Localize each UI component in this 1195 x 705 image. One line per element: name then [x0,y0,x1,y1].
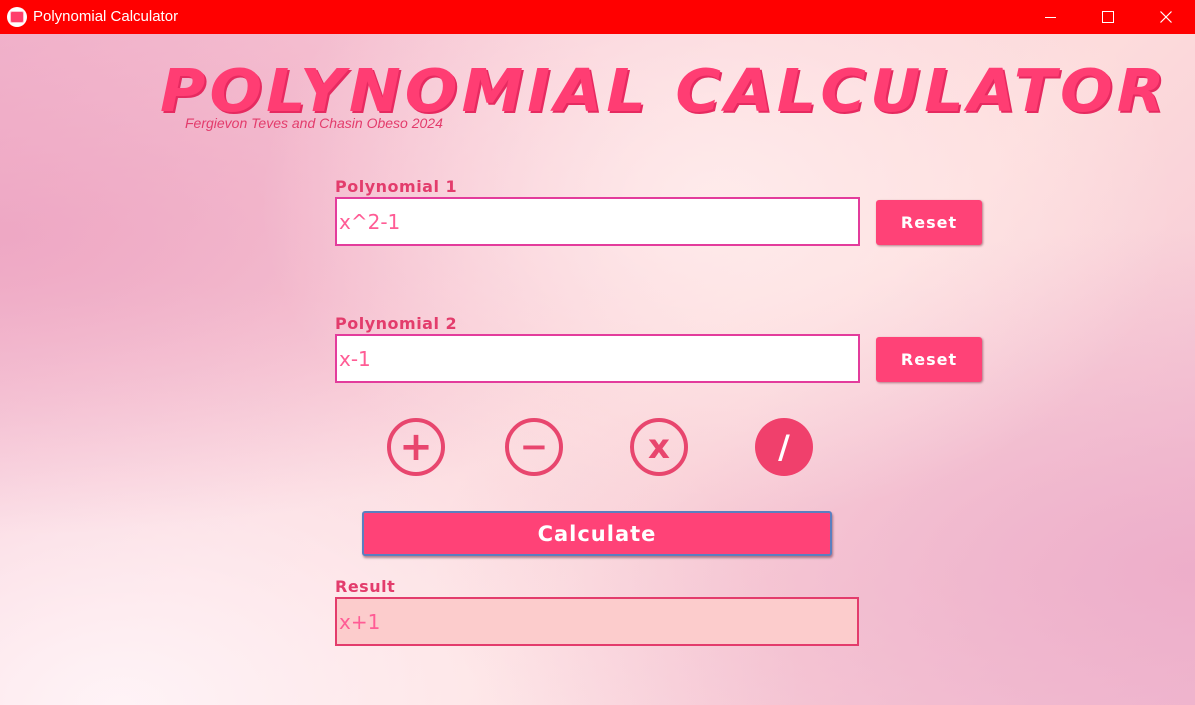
calculate-button[interactable]: Calculate [362,511,832,556]
add-operation-button[interactable]: + [387,418,445,476]
polynomial-1-input[interactable]: x^2-1 [335,197,860,246]
calculator-panel: POLYNOMIAL CALCULATOR Fergievon Teves an… [0,34,1195,705]
minus-icon: − [519,427,549,467]
divide-operation-button[interactable]: / [755,418,813,476]
multiply-icon: x [648,427,670,467]
maximize-icon [1102,11,1114,23]
window-titlebar: Polynomial Calculator [0,0,1195,34]
subtract-operation-button[interactable]: − [505,418,563,476]
authors-subtitle: Fergievon Teves and Chasin Obeso 2024 [185,115,443,131]
polynomial-2-label: Polynomial 2 [335,314,458,333]
divide-icon: / [778,428,790,466]
result-label: Result [335,577,396,596]
minimize-icon [1044,16,1056,18]
reset-polynomial-1-button[interactable]: Reset [876,200,982,245]
result-output: x+1 [335,597,859,646]
close-icon [1160,11,1172,23]
close-button[interactable] [1137,0,1195,34]
reset-polynomial-2-button[interactable]: Reset [876,337,982,382]
minimize-button[interactable] [1021,0,1079,34]
plus-icon: + [399,424,433,470]
polynomial-2-input[interactable]: x-1 [335,334,860,383]
window-title: Polynomial Calculator [33,8,179,25]
maximize-button[interactable] [1079,0,1137,34]
calculator-app-icon [7,7,27,27]
multiply-operation-button[interactable]: x [630,418,688,476]
polynomial-1-label: Polynomial 1 [335,177,458,196]
